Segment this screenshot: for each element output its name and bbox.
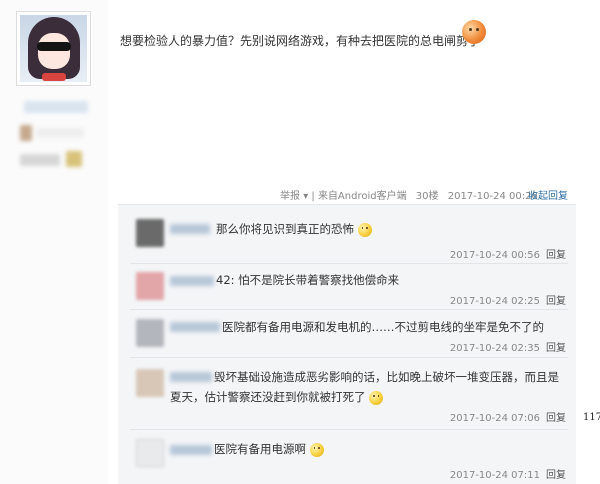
blurred-username[interactable] bbox=[24, 101, 88, 113]
reply-divider bbox=[130, 309, 568, 310]
angry-face-icon bbox=[462, 20, 486, 44]
reply-date: 2017-10-24 02:35 bbox=[449, 343, 540, 354]
reply-date: 2017-10-24 07:06 bbox=[449, 413, 540, 424]
reply-link[interactable]: 回复 bbox=[546, 296, 566, 307]
blurred-member-label bbox=[20, 154, 60, 166]
reply-meta: 2017-10-24 07:06 回复 bbox=[450, 409, 566, 424]
smile-face-icon bbox=[309, 442, 324, 457]
reply-link[interactable]: 回复 bbox=[546, 470, 566, 481]
post-date: 2017-10-24 00:26 bbox=[447, 191, 538, 202]
blurred-badge-icon bbox=[20, 125, 32, 141]
reply-avatar[interactable] bbox=[136, 319, 164, 347]
reply-divider bbox=[130, 357, 568, 358]
reply-link[interactable]: 回复 bbox=[546, 250, 566, 261]
post-floor: 30楼 bbox=[415, 191, 439, 202]
reply-avatar[interactable] bbox=[136, 369, 164, 397]
blurred-member-icon bbox=[66, 151, 82, 167]
smile-face-icon bbox=[357, 222, 372, 237]
reply-meta: 2017-10-24 07:11 回复 bbox=[450, 466, 566, 481]
reply-text: 42: 怕不是院长带着警察找他偿命来 bbox=[216, 273, 400, 287]
reply-date: 2017-10-24 02:25 bbox=[449, 296, 540, 307]
reply-avatar[interactable] bbox=[136, 219, 164, 247]
reply-divider bbox=[130, 263, 568, 264]
reply-link[interactable]: 回复 bbox=[546, 343, 566, 354]
smile-face-icon bbox=[369, 390, 384, 405]
avatar-sunglasses bbox=[37, 42, 71, 51]
avatar-bow bbox=[42, 73, 66, 81]
replies-panel: 那么你将见识到真正的恐怖 2017-10-24 00:56 回复 42: 怕不是院… bbox=[118, 204, 576, 484]
reply-text: 医院有备用电源啊 bbox=[170, 439, 570, 459]
meta-separator: ▾ | bbox=[303, 191, 318, 202]
post-source: 来自Android客户端 bbox=[317, 191, 407, 202]
blurred-level-text bbox=[36, 128, 84, 138]
reply-text: 医院都有备用电源和发电机的……不过剪电线的坐牢是免不了的 bbox=[222, 320, 544, 334]
reply-avatar[interactable] bbox=[136, 272, 164, 300]
reply-date: 2017-10-24 07:11 bbox=[449, 470, 540, 481]
reply-date: 2017-10-24 00:56 bbox=[449, 250, 540, 261]
user-sidebar bbox=[0, 0, 108, 484]
report-link[interactable]: 举报 bbox=[280, 191, 300, 202]
reply-divider bbox=[130, 429, 568, 430]
avatar-face bbox=[38, 33, 70, 69]
reply-link[interactable]: 回复 bbox=[546, 413, 566, 424]
reply-meta: 2017-10-24 02:25 回复 bbox=[450, 292, 566, 307]
reply-meta: 2017-10-24 00:56 回复 bbox=[450, 246, 566, 261]
reply-text: 毁坏基础设施造成恶劣影响的话，比如晚上破坏一堆变压器，而且是夏天，估计警察还没赶… bbox=[170, 370, 559, 405]
post-content: 想要检验人的暴力值？先别说网络游戏，有种去把医院的总电闸剪了 bbox=[120, 34, 481, 48]
avatar-image bbox=[20, 15, 87, 82]
collapse-replies-link[interactable]: 收起回复 bbox=[528, 187, 568, 202]
post-meta: 举报 ▾ | 来自Android客户端 30楼 2017-10-24 00:26… bbox=[280, 187, 568, 202]
reply-avatar[interactable] bbox=[136, 439, 164, 467]
reply-text: 那么你将见识到真正的恐怖 bbox=[170, 219, 570, 239]
user-avatar[interactable] bbox=[16, 11, 91, 86]
page-edge-number: 117 bbox=[583, 412, 600, 423]
reply-meta: 2017-10-24 02:35 回复 bbox=[450, 339, 566, 354]
